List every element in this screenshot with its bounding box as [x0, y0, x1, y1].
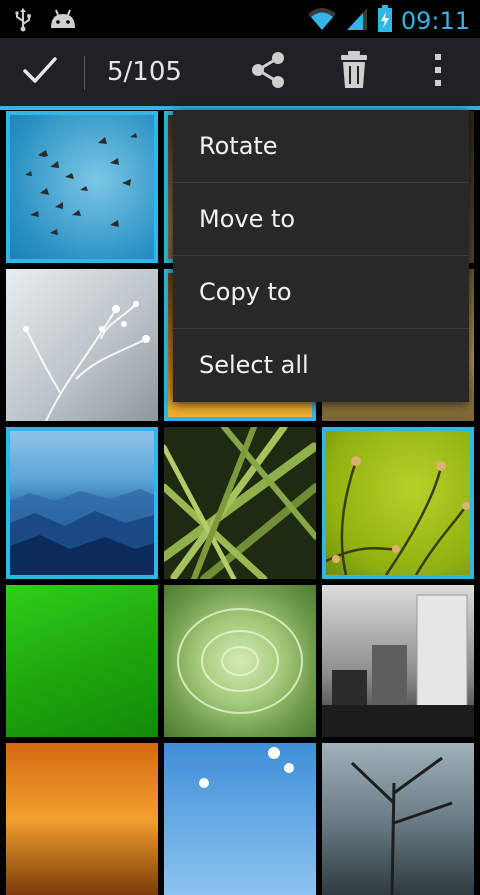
overflow-popup-menu: Rotate Move to Copy to Select all	[173, 110, 469, 402]
menu-item-select-all[interactable]: Select all	[173, 329, 469, 401]
blue-mountains-photo	[10, 431, 154, 575]
photo-tile[interactable]	[322, 427, 474, 579]
green-leaf-photo	[6, 585, 158, 737]
done-button[interactable]	[0, 38, 80, 106]
android-debug-icon	[48, 8, 78, 36]
photo-tile[interactable]	[6, 585, 158, 737]
menu-item-move-to[interactable]: Move to	[173, 183, 469, 256]
usb-icon	[14, 7, 32, 37]
green-stems-photo	[326, 431, 470, 575]
frosted-plant-photo	[6, 269, 158, 421]
photo-tile[interactable]	[164, 743, 316, 895]
birds-in-sky-photo	[10, 115, 154, 259]
photo-tile[interactable]	[6, 111, 158, 263]
blossom-sky-photo	[164, 743, 316, 895]
succulent-photo	[164, 585, 316, 737]
delete-button[interactable]	[322, 38, 386, 106]
photo-tile[interactable]	[164, 585, 316, 737]
status-bar: 09:11	[0, 0, 480, 38]
signal-icon	[345, 6, 369, 36]
photo-tile[interactable]	[164, 427, 316, 579]
notification-icons	[14, 7, 78, 37]
selection-count: 5/105	[107, 57, 182, 87]
done-check-icon	[22, 55, 58, 89]
grass-blades-photo	[164, 427, 316, 579]
photo-tile[interactable]	[322, 743, 474, 895]
overflow-menu-icon	[433, 53, 443, 91]
menu-item-rotate[interactable]: Rotate	[173, 110, 469, 183]
sunset-photo	[6, 743, 158, 895]
delete-icon	[339, 51, 369, 93]
photo-tile[interactable]	[322, 585, 474, 737]
photo-tile[interactable]	[6, 427, 158, 579]
tree-water-photo	[322, 743, 474, 895]
system-icons: 09:11	[307, 5, 470, 37]
action-bar: 5/105	[0, 38, 480, 110]
action-bar-divider	[84, 56, 85, 90]
city-buildings-photo	[322, 585, 474, 737]
share-button[interactable]	[236, 38, 300, 106]
photo-tile[interactable]	[6, 269, 158, 421]
wifi-icon	[307, 6, 337, 36]
share-icon	[248, 50, 288, 94]
photo-tile[interactable]	[6, 743, 158, 895]
clock: 09:11	[400, 7, 470, 35]
menu-item-copy-to[interactable]: Copy to	[173, 256, 469, 329]
battery-charging-icon	[377, 5, 393, 37]
overflow-menu-button[interactable]	[406, 38, 470, 106]
